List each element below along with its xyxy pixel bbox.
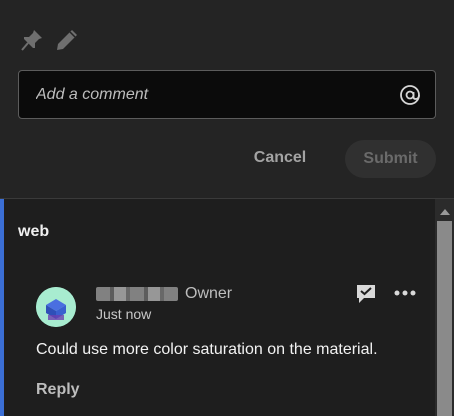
resolve-icon[interactable] <box>355 283 377 305</box>
scroll-up-arrow-icon[interactable] <box>435 203 454 219</box>
reply-button[interactable]: Reply <box>36 381 80 399</box>
scroll-thumb[interactable] <box>437 221 452 416</box>
at-mention-icon[interactable] <box>399 84 421 106</box>
scrollbar[interactable] <box>435 199 454 416</box>
comment-thread: web Owner Just now Could use more color … <box>0 198 454 416</box>
thread-accent-bar <box>0 199 4 416</box>
comment-input-field[interactable] <box>18 70 436 119</box>
avatar <box>36 287 76 327</box>
pencil-icon[interactable] <box>55 28 79 52</box>
more-options-icon[interactable] <box>393 285 417 301</box>
author-role: Owner <box>185 285 233 302</box>
comment-input[interactable] <box>36 85 399 104</box>
submit-button[interactable]: Submit <box>345 140 436 178</box>
comment-timestamp: Just now <box>96 306 152 322</box>
pin-icon[interactable] <box>20 28 44 52</box>
comment-compose-area: Cancel Submit <box>0 0 454 198</box>
cancel-button[interactable]: Cancel <box>240 140 320 176</box>
comments-panel: Cancel Submit web Owner Just now <box>0 0 454 416</box>
author-name-redacted <box>96 287 178 301</box>
comment-text: Could use more color saturation on the m… <box>36 341 378 358</box>
thread-group-title: web <box>18 223 50 240</box>
